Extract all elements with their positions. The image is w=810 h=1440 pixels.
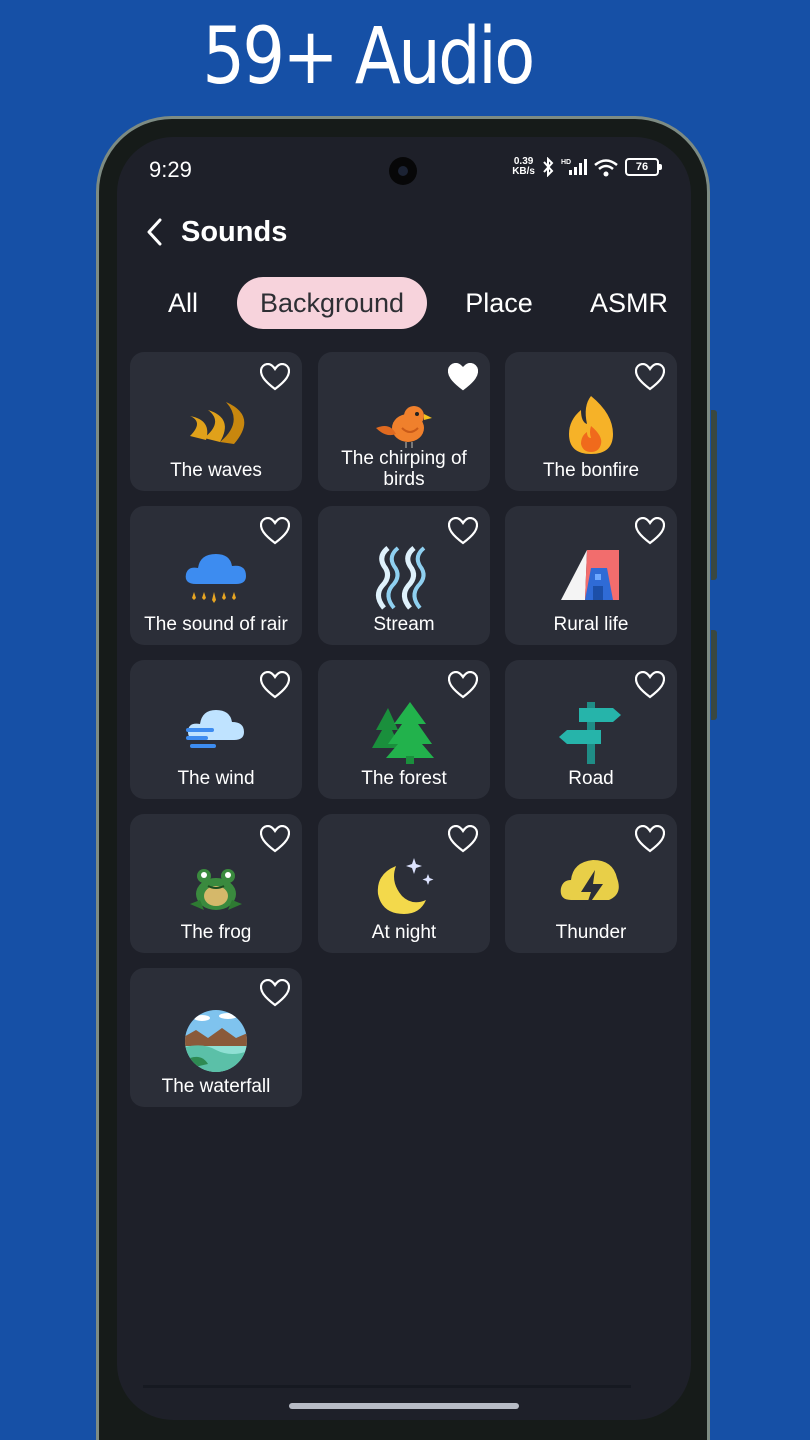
- sound-card-stream[interactable]: Stream: [318, 506, 490, 645]
- heart-outline-icon[interactable]: [260, 363, 290, 391]
- cell-signal-icon: HD: [561, 159, 587, 175]
- sound-label: The bonfire: [542, 460, 640, 481]
- sound-card-rain[interactable]: The sound of rair: [130, 506, 302, 645]
- heart-filled-icon[interactable]: [448, 363, 478, 391]
- heart-outline-icon[interactable]: [635, 363, 665, 391]
- chevron-left-icon: [147, 218, 162, 246]
- header: Sounds: [139, 207, 287, 257]
- sound-card-rural[interactable]: Rural life: [505, 506, 677, 645]
- heart-outline-icon[interactable]: [635, 517, 665, 545]
- tree-icon: [372, 702, 434, 764]
- sound-card-birds[interactable]: The chirping of birds: [318, 352, 490, 491]
- tab-asmr[interactable]: ASMR: [585, 277, 673, 329]
- signpost-icon: [559, 702, 621, 764]
- home-indicator[interactable]: [289, 1403, 519, 1409]
- moon-icon: [377, 858, 434, 914]
- power-button: [711, 630, 717, 720]
- net-speed: 0.39 KB/s: [512, 156, 535, 177]
- sound-label: The forest: [361, 768, 447, 789]
- sound-label: The waves: [170, 460, 262, 481]
- tab-all[interactable]: All: [157, 277, 209, 329]
- sound-label: At night: [371, 922, 437, 943]
- page-title: Sounds: [181, 215, 288, 248]
- sound-label: The frog: [180, 922, 252, 943]
- wind-icon: [186, 710, 244, 748]
- sound-label: Stream: [373, 614, 435, 635]
- phone-screen: 9:29 0.39 KB/s HD 76 Sounds All Backgrou…: [117, 137, 691, 1420]
- bluetooth-icon: [543, 157, 554, 177]
- sound-card-frog[interactable]: The frog: [130, 814, 302, 953]
- rain-cloud-icon: [185, 554, 246, 603]
- tab-place[interactable]: Place: [457, 277, 541, 329]
- sound-card-night[interactable]: At night: [318, 814, 490, 953]
- volume-button: [711, 410, 717, 580]
- sound-card-bonfire[interactable]: The bonfire: [505, 352, 677, 491]
- promo-headline: 59+ Audio: [202, 12, 535, 102]
- fire-icon: [569, 396, 613, 454]
- heart-outline-icon[interactable]: [260, 825, 290, 853]
- sound-card-waves[interactable]: The waves: [130, 352, 302, 491]
- heart-outline-icon[interactable]: [448, 671, 478, 699]
- sound-label: Rural life: [553, 614, 629, 635]
- sound-label: Road: [568, 768, 614, 789]
- heart-outline-icon[interactable]: [635, 825, 665, 853]
- house-icon: [561, 550, 619, 600]
- nav-divider: [143, 1385, 631, 1388]
- sound-card-road[interactable]: Road: [505, 660, 677, 799]
- stream-icon: [376, 546, 426, 610]
- sound-label: The wind: [177, 768, 255, 789]
- back-button[interactable]: [139, 212, 169, 252]
- sound-card-thunder[interactable]: Thunder: [505, 814, 677, 953]
- wifi-icon: [594, 159, 618, 177]
- sound-card-forest[interactable]: The forest: [318, 660, 490, 799]
- front-camera: [389, 157, 417, 185]
- sound-label: The sound of rair: [144, 614, 288, 635]
- heart-outline-icon[interactable]: [635, 671, 665, 699]
- sound-card-wind[interactable]: The wind: [130, 660, 302, 799]
- sound-label: The chirping of birds: [341, 448, 467, 490]
- heart-outline-icon[interactable]: [448, 517, 478, 545]
- sound-card-waterfall[interactable]: The waterfall: [130, 968, 302, 1107]
- battery-icon: 76: [625, 158, 662, 176]
- status-icons: 0.39 KB/s HD 76: [512, 156, 662, 177]
- status-time: 9:29: [149, 157, 192, 182]
- sound-label: Thunder: [555, 922, 627, 943]
- heart-outline-icon[interactable]: [448, 825, 478, 853]
- heart-outline-icon[interactable]: [260, 517, 290, 545]
- waves-icon: [190, 402, 245, 444]
- tab-background[interactable]: Background: [237, 277, 427, 329]
- category-tabs: All Background Place ASMR: [117, 277, 691, 331]
- frog-icon: [190, 869, 242, 910]
- sound-label: The waterfall: [161, 1076, 271, 1097]
- heart-outline-icon[interactable]: [260, 979, 290, 1007]
- svg-text:HD: HD: [561, 159, 571, 166]
- thunder-icon: [560, 860, 619, 910]
- waterfall-icon: [185, 1010, 247, 1072]
- heart-outline-icon[interactable]: [260, 671, 290, 699]
